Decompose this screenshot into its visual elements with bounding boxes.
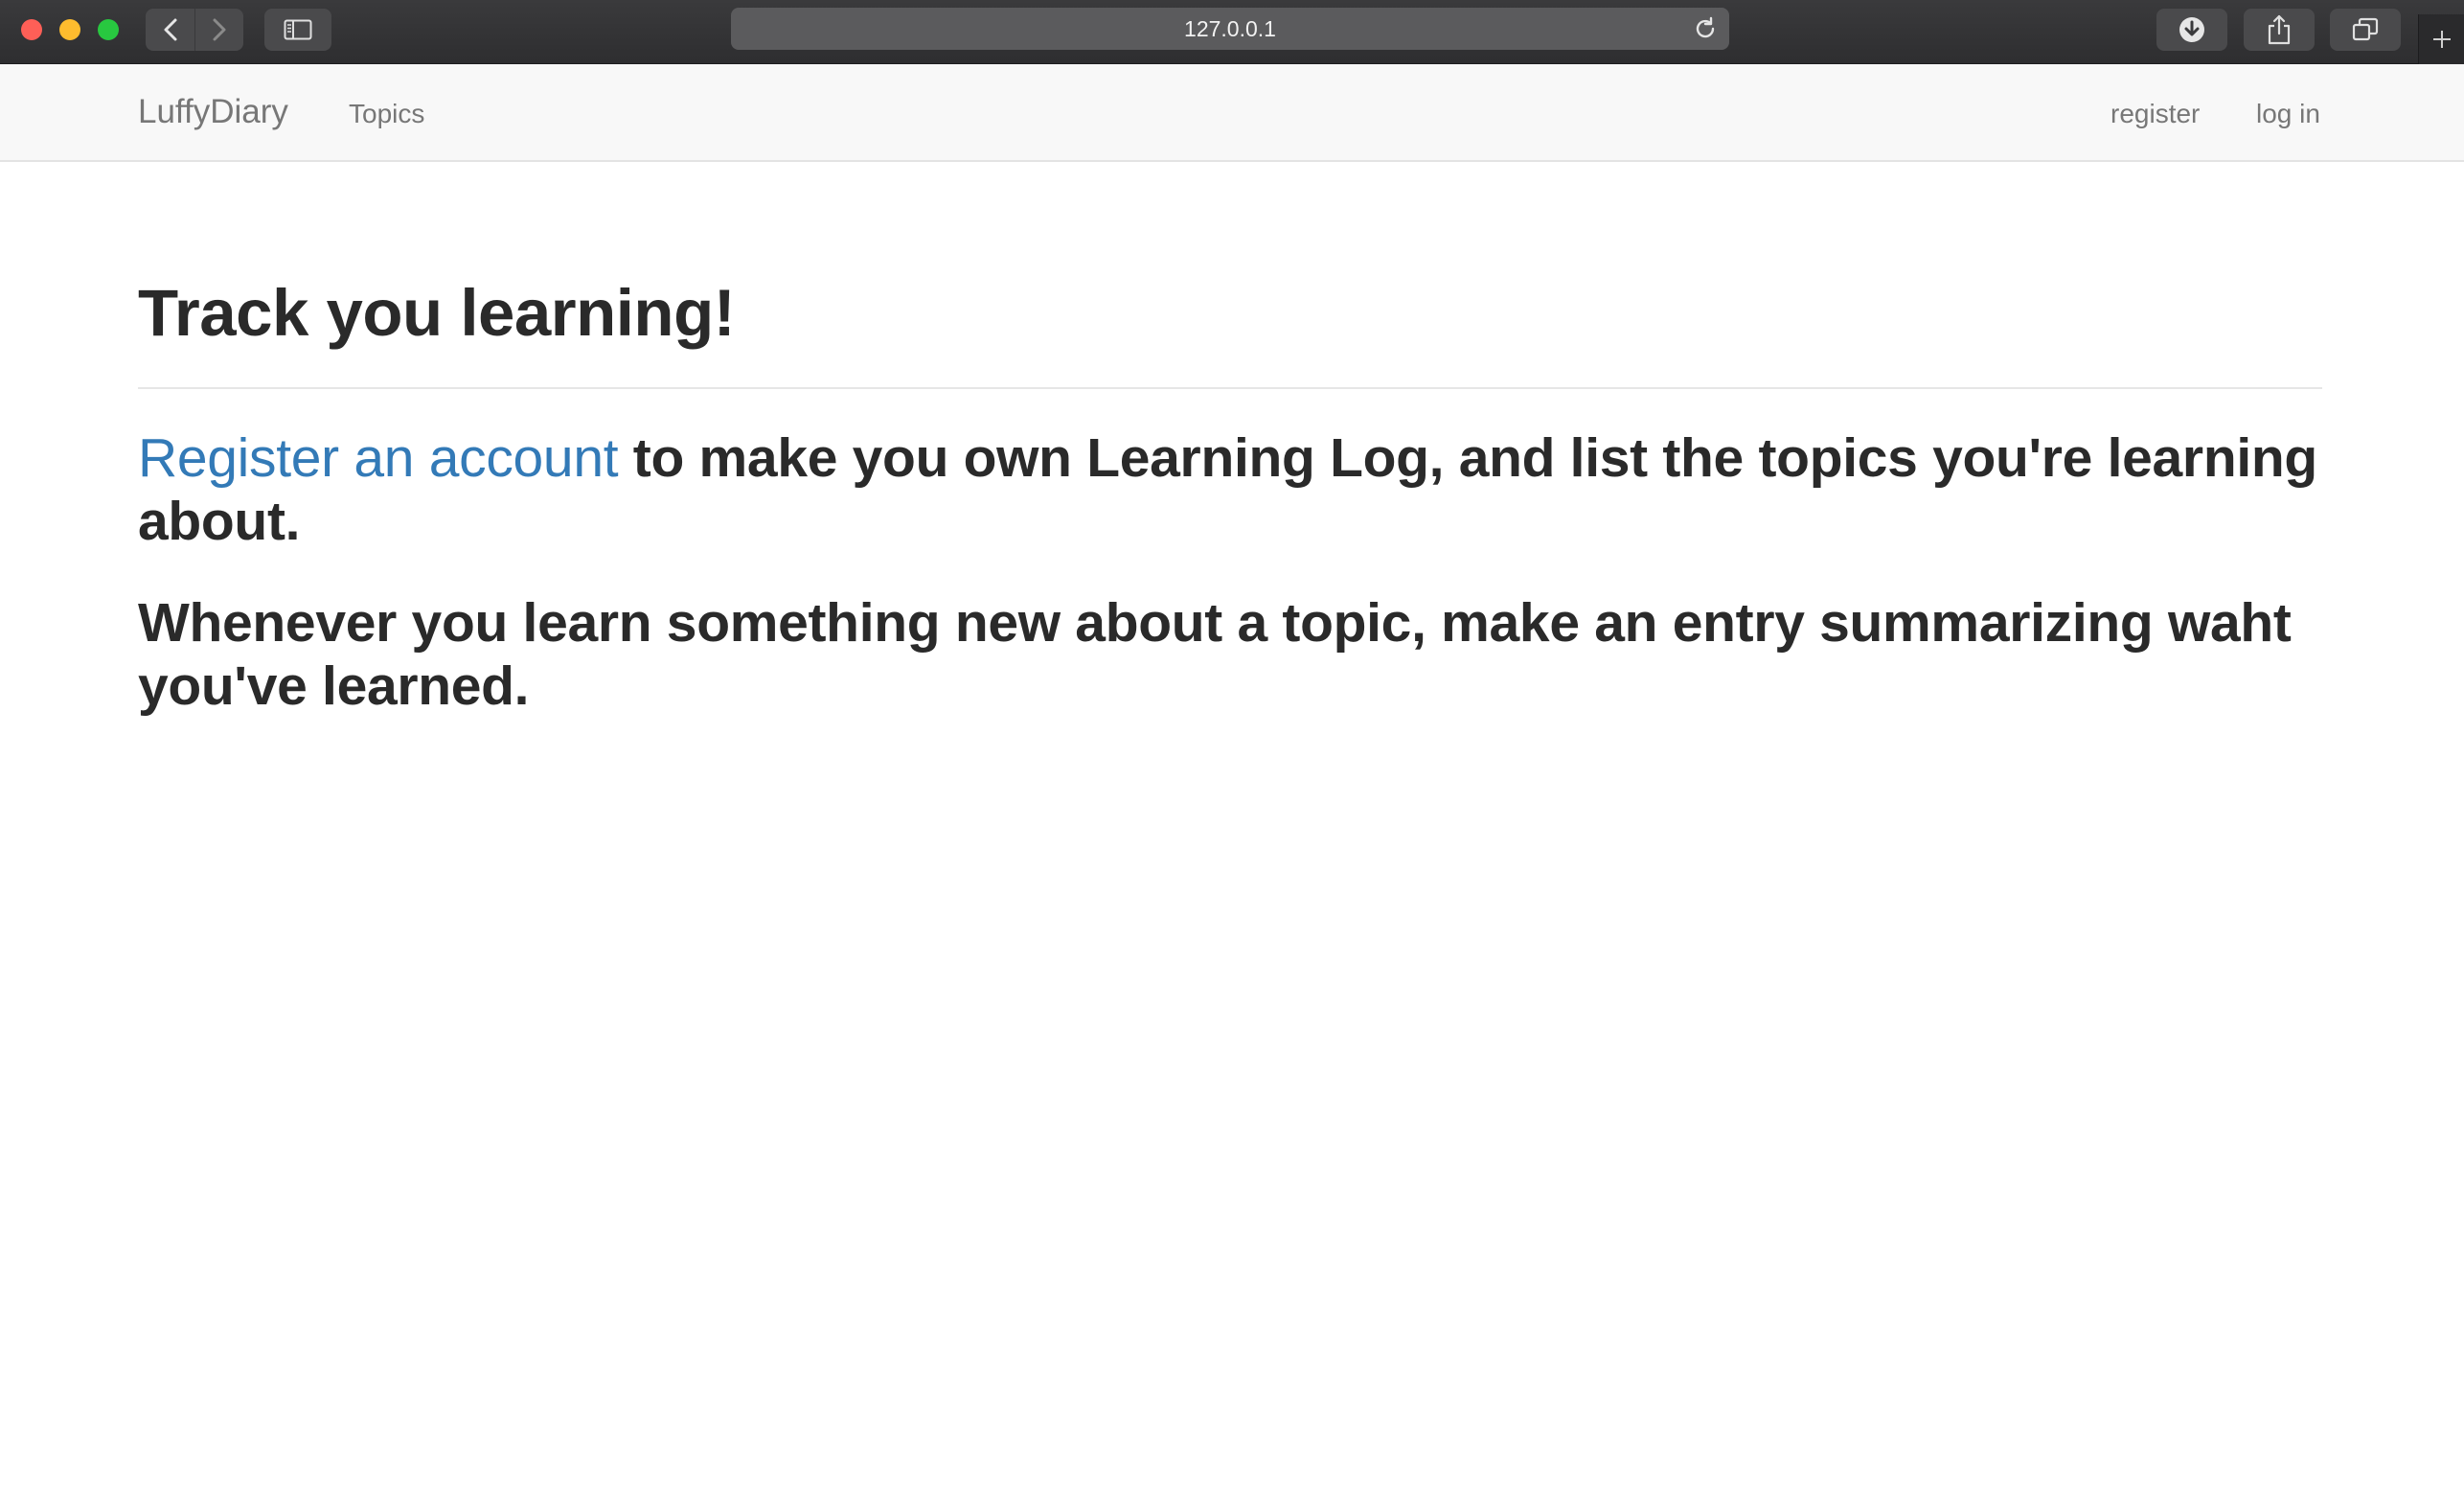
tabs-icon: [2352, 17, 2379, 41]
site-navbar: LuffyDiary Topics register log in: [0, 64, 2464, 162]
plus-icon: [2432, 31, 2451, 48]
title-divider: [138, 387, 2322, 389]
nav-register-link[interactable]: register: [2110, 99, 2200, 129]
maximize-window-button[interactable]: [98, 19, 119, 40]
tabs-overview-button[interactable]: [2330, 9, 2401, 51]
page-title: Track you learning!: [138, 276, 736, 350]
downloads-button[interactable]: [2156, 9, 2227, 51]
reload-icon: [1696, 16, 1715, 38]
chevron-left-icon: [164, 18, 176, 41]
instructions-paragraph: Whenever you learn something new about a…: [138, 592, 2292, 717]
sidebar-icon: [284, 19, 312, 40]
new-tab-button[interactable]: [2418, 14, 2464, 64]
share-icon: [2268, 14, 2291, 45]
browser-toolbar: 127.0.0.1: [0, 0, 2464, 64]
close-window-button[interactable]: [21, 19, 42, 40]
intro-paragraph: Register an account to make you own Lear…: [138, 426, 2322, 553]
minimize-window-button[interactable]: [59, 19, 80, 40]
history-nav-group: [146, 9, 243, 51]
nav-login-link[interactable]: log in: [2256, 99, 2320, 129]
chevron-right-icon: [213, 18, 226, 41]
share-button[interactable]: [2244, 9, 2315, 51]
url-text: 127.0.0.1: [1184, 15, 1276, 41]
sidebar-button[interactable]: [264, 9, 331, 51]
nav-topics-link[interactable]: Topics: [349, 99, 424, 129]
forward-button[interactable]: [194, 9, 243, 51]
address-bar[interactable]: 127.0.0.1: [731, 8, 1729, 50]
reload-button[interactable]: [1693, 16, 1718, 47]
back-button[interactable]: [146, 9, 194, 51]
download-icon: [2179, 17, 2204, 42]
brand-link[interactable]: LuffyDiary: [138, 93, 288, 131]
register-account-link[interactable]: Register an account: [138, 427, 619, 489]
